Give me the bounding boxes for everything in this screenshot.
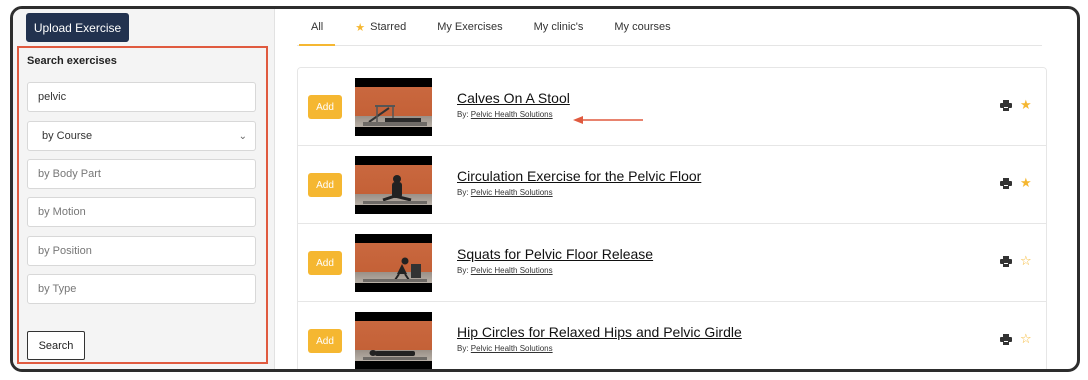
exercise-thumbnail[interactable]	[355, 234, 432, 292]
search-button[interactable]: Search	[27, 331, 85, 360]
exercise-byline: By: Pelvic Health Solutions	[457, 110, 553, 119]
exercise-row: Add Hip Circles for Relaxed Hips and Pel…	[298, 302, 1046, 369]
upload-exercise-button[interactable]: Upload Exercise	[26, 13, 129, 42]
exercise-list: Add Calves On A Stool By: Pelvic Health …	[297, 67, 1047, 369]
exercise-row: Add Squats for Pelvic Floor Release By:	[298, 224, 1046, 302]
exercise-title-link[interactable]: Calves On A Stool	[457, 90, 570, 106]
search-panel: Search exercises pelvic by Course ⌄ by B…	[17, 46, 268, 364]
tab-label: My clinic's	[533, 21, 584, 33]
chevron-down-icon: ⌄	[238, 130, 247, 142]
tab-label: My Exercises	[437, 21, 503, 33]
by-prefix: By:	[457, 188, 469, 197]
tab-my-exercises[interactable]: My Exercises	[437, 9, 502, 45]
star-icon: ★	[355, 21, 366, 34]
tab-label: All	[311, 21, 324, 33]
tab-my-courses[interactable]: My courses	[614, 9, 670, 45]
exercise-row: Add Calves On A Stool By: Pelvic Health …	[298, 68, 1046, 146]
motion-field[interactable]: by Motion	[27, 197, 256, 227]
search-heading: Search exercises	[27, 55, 117, 67]
by-prefix: By:	[457, 344, 469, 353]
filter-tabs: All ★ Starred My Exercises My clinic's M…	[297, 9, 1042, 46]
sidebar: Upload Exercise Search exercises pelvic …	[13, 9, 275, 369]
author-link[interactable]: Pelvic Health Solutions	[471, 344, 553, 353]
add-button[interactable]: Add	[308, 329, 342, 353]
tab-label: Starred	[370, 21, 407, 33]
by-prefix: By:	[457, 110, 469, 119]
exercise-byline: By: Pelvic Health Solutions	[457, 344, 553, 353]
type-field[interactable]: by Type	[27, 274, 256, 304]
course-select[interactable]: by Course ⌄	[27, 121, 256, 151]
printer-icon[interactable]	[1000, 100, 1012, 111]
printer-icon[interactable]	[1000, 334, 1012, 345]
exercise-thumbnail[interactable]	[355, 78, 432, 136]
star-outline-icon[interactable]: ☆	[1020, 331, 1032, 347]
exercise-title-link[interactable]: Squats for Pelvic Floor Release	[457, 246, 653, 262]
exercise-thumbnail[interactable]	[355, 312, 432, 369]
tab-my-clinics[interactable]: My clinic's	[534, 9, 584, 45]
printer-icon[interactable]	[1000, 178, 1012, 189]
exercise-title-link[interactable]: Circulation Exercise for the Pelvic Floo…	[457, 168, 701, 184]
add-button[interactable]: Add	[308, 95, 342, 119]
tab-starred[interactable]: ★ Starred	[355, 9, 406, 45]
main-content: All ★ Starred My Exercises My clinic's M…	[275, 9, 1077, 369]
exercise-thumbnail[interactable]	[355, 156, 432, 214]
tab-label: My courses	[614, 21, 671, 33]
add-button[interactable]: Add	[308, 173, 342, 197]
author-link[interactable]: Pelvic Health Solutions	[471, 266, 553, 275]
position-field[interactable]: by Position	[27, 236, 256, 266]
course-select-value: by Course	[42, 130, 93, 142]
search-input[interactable]: pelvic	[27, 82, 256, 112]
exercise-byline: By: Pelvic Health Solutions	[457, 266, 553, 275]
star-icon[interactable]: ★	[1020, 175, 1032, 191]
author-link[interactable]: Pelvic Health Solutions	[471, 188, 553, 197]
app-window: Upload Exercise Search exercises pelvic …	[10, 6, 1080, 372]
author-link[interactable]: Pelvic Health Solutions	[471, 110, 553, 119]
by-prefix: By:	[457, 266, 469, 275]
printer-icon[interactable]	[1000, 256, 1012, 267]
body-part-field[interactable]: by Body Part	[27, 159, 256, 189]
exercise-byline: By: Pelvic Health Solutions	[457, 188, 553, 197]
star-icon[interactable]: ★	[1020, 97, 1032, 113]
exercise-row: Add Circulation Exercise for the Pelvic …	[298, 146, 1046, 224]
add-button[interactable]: Add	[308, 251, 342, 275]
star-outline-icon[interactable]: ☆	[1020, 253, 1032, 269]
tab-all[interactable]: All	[298, 9, 336, 46]
exercise-title-link[interactable]: Hip Circles for Relaxed Hips and Pelvic …	[457, 324, 742, 340]
annotation-arrow-icon	[573, 116, 643, 124]
